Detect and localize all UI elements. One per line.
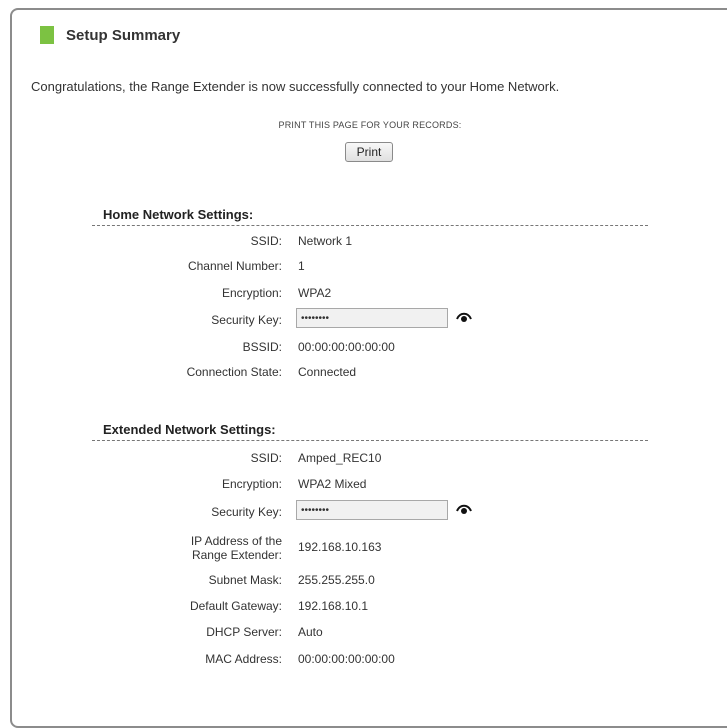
ext-ssid-row: SSID: Amped_REC10 — [0, 451, 720, 471]
home-bssid-label: BSSID: — [242, 340, 282, 354]
ext-encryption-row: Encryption: WPA2 Mixed — [0, 477, 720, 497]
eye-icon[interactable] — [456, 503, 472, 515]
home-key-label: Security Key: — [211, 313, 282, 327]
home-channel-row: Channel Number: 1 — [0, 259, 720, 279]
ext-dhcp-value: Auto — [298, 625, 323, 639]
home-key-row: Security Key: — [0, 308, 720, 333]
success-message: Congratulations, the Range Extender is n… — [31, 79, 560, 94]
home-bssid-value: 00:00:00:00:00:00 — [298, 340, 395, 354]
ext-mac-value: 00:00:00:00:00:00 — [298, 652, 395, 666]
page-title: Setup Summary — [66, 26, 181, 44]
home-channel-value: 1 — [298, 259, 305, 273]
ext-subnet-row: Subnet Mask: 255.255.255.0 — [0, 573, 720, 593]
ext-security-key-input[interactable] — [296, 500, 448, 520]
ext-gateway-row: Default Gateway: 192.168.10.1 — [0, 599, 720, 619]
ext-encryption-value: WPA2 Mixed — [298, 477, 367, 491]
home-state-row: Connection State: Connected — [0, 365, 720, 385]
print-note: PRINT THIS PAGE FOR YOUR RECORDS: — [278, 120, 462, 130]
home-channel-label: Channel Number: — [187, 259, 282, 273]
ext-gateway-value: 192.168.10.1 — [298, 599, 369, 613]
home-ssid-value: Network 1 — [298, 234, 353, 248]
ext-ip-row: IP Address of the Range Extender: 192.16… — [0, 534, 720, 562]
home-state-value: Connected — [298, 365, 357, 379]
ext-dhcp-label: DHCP Server: — [206, 625, 282, 639]
ext-subnet-value: 255.255.255.0 — [298, 573, 375, 587]
ext-encryption-label: Encryption: — [221, 477, 282, 491]
ext-gateway-label: Default Gateway: — [189, 599, 282, 613]
ext-ssid-label: SSID: — [250, 451, 282, 465]
home-network-heading: Home Network Settings: — [92, 207, 648, 226]
ext-ssid-value: Amped_REC10 — [298, 451, 382, 465]
ext-key-row: Security Key: — [0, 500, 720, 525]
home-encryption-value: WPA2 — [298, 286, 332, 300]
ext-mac-label: MAC Address: — [205, 652, 282, 666]
ext-dhcp-row: DHCP Server: Auto — [0, 625, 720, 645]
page-header: Setup Summary — [40, 26, 180, 44]
print-button[interactable]: Print — [345, 142, 393, 162]
home-bssid-row: BSSID: 00:00:00:00:00:00 — [0, 340, 720, 360]
ext-mac-row: MAC Address: 00:00:00:00:00:00 — [0, 652, 720, 672]
ext-ip-value: 192.168.10.163 — [298, 540, 382, 554]
ext-ip-label: IP Address of the Range Extender: — [190, 534, 282, 562]
home-ssid-row: SSID: Network 1 — [0, 234, 720, 254]
home-encryption-label: Encryption: — [221, 286, 282, 300]
eye-icon[interactable] — [456, 311, 472, 323]
ext-subnet-label: Subnet Mask: — [208, 573, 282, 587]
home-ssid-label: SSID: — [250, 234, 282, 248]
home-encryption-row: Encryption: WPA2 — [0, 286, 720, 306]
ext-key-label: Security Key: — [211, 505, 282, 519]
home-security-key-input[interactable] — [296, 308, 448, 328]
section-marker-icon — [40, 26, 54, 44]
home-state-label: Connection State: — [186, 365, 282, 379]
extended-network-heading: Extended Network Settings: — [92, 422, 648, 441]
